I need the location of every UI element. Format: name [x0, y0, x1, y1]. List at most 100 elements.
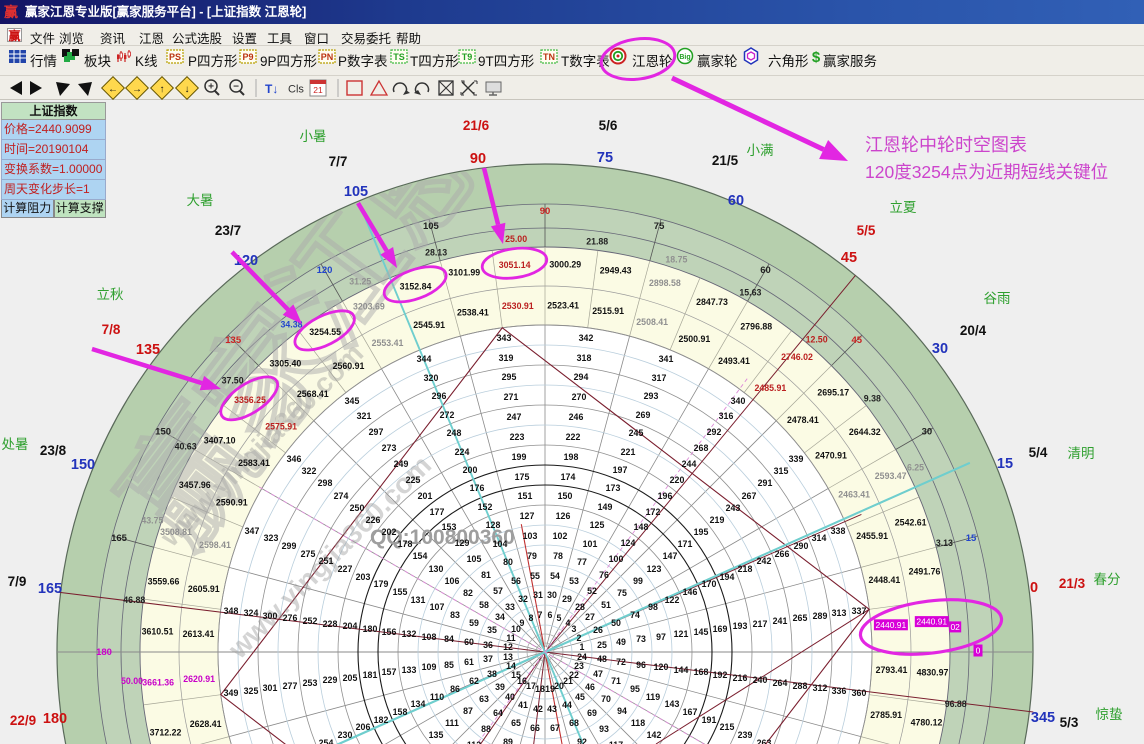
- svg-text:100: 100: [609, 554, 624, 564]
- svg-text:110: 110: [430, 692, 444, 702]
- svg-text:3: 3: [572, 624, 577, 634]
- svg-text:2493.41: 2493.41: [718, 356, 750, 366]
- svg-text:103: 103: [523, 531, 538, 541]
- svg-text:惊蛰: 惊蛰: [1096, 707, 1124, 722]
- svg-text:立夏: 立夏: [890, 200, 918, 215]
- svg-text:96: 96: [636, 660, 646, 670]
- svg-text:2500.91: 2500.91: [678, 334, 710, 344]
- svg-text:195: 195: [694, 527, 709, 537]
- svg-text:145: 145: [694, 627, 709, 637]
- svg-text:180: 180: [43, 711, 67, 727]
- svg-text:99: 99: [633, 576, 643, 586]
- svg-text:298: 298: [318, 478, 333, 488]
- svg-text:345: 345: [345, 396, 360, 406]
- svg-text:339: 339: [789, 454, 804, 464]
- svg-text:7: 7: [538, 610, 543, 620]
- svg-text:6.25: 6.25: [907, 462, 924, 472]
- svg-text:江恩轮中轮时空图表: 江恩轮中轮时空图表: [865, 135, 1027, 155]
- svg-text:4: 4: [566, 618, 571, 628]
- svg-text:119: 119: [646, 692, 660, 702]
- svg-text:219: 219: [710, 515, 725, 525]
- svg-text:3356.25: 3356.25: [234, 395, 266, 405]
- svg-text:225: 225: [406, 475, 421, 485]
- svg-text:198: 198: [564, 452, 579, 462]
- svg-text:3508.81: 3508.81: [160, 527, 192, 537]
- svg-text:96.88: 96.88: [945, 699, 967, 709]
- svg-text:50: 50: [611, 618, 621, 628]
- svg-text:165: 165: [38, 581, 62, 597]
- svg-text:3000.29: 3000.29: [549, 260, 581, 270]
- svg-text:3559.66: 3559.66: [148, 576, 180, 586]
- svg-text:46: 46: [585, 682, 595, 692]
- svg-text:230: 230: [338, 730, 353, 740]
- svg-text:64: 64: [493, 708, 503, 718]
- svg-text:203: 203: [356, 572, 371, 582]
- svg-text:120: 120: [317, 265, 333, 276]
- svg-text:323: 323: [264, 533, 279, 543]
- svg-text:2491.76: 2491.76: [909, 566, 941, 576]
- svg-text:170: 170: [702, 579, 717, 589]
- svg-text:93: 93: [599, 724, 609, 734]
- svg-text:3610.51: 3610.51: [142, 627, 174, 637]
- svg-text:2644.32: 2644.32: [849, 427, 881, 437]
- svg-text:22/9: 22/9: [10, 713, 36, 728]
- svg-text:226: 226: [366, 515, 381, 525]
- svg-text:273: 273: [382, 443, 397, 453]
- svg-text:349: 349: [224, 688, 239, 698]
- svg-text:108: 108: [422, 632, 437, 642]
- svg-text:250: 250: [350, 503, 365, 513]
- svg-text:52: 52: [587, 586, 597, 596]
- svg-text:105: 105: [423, 221, 440, 232]
- svg-text:228: 228: [323, 619, 338, 629]
- svg-text:15: 15: [966, 533, 977, 544]
- svg-text:48: 48: [597, 654, 607, 664]
- svg-text:295: 295: [502, 372, 517, 382]
- svg-text:151: 151: [518, 491, 533, 501]
- svg-text:3101.99: 3101.99: [448, 268, 480, 278]
- svg-text:24: 24: [577, 652, 587, 662]
- svg-text:242: 242: [757, 556, 772, 566]
- svg-text:21.88: 21.88: [586, 236, 608, 246]
- svg-text:32: 32: [518, 594, 528, 604]
- svg-text:221: 221: [621, 447, 636, 457]
- svg-text:241: 241: [773, 616, 788, 626]
- svg-text:9.38: 9.38: [864, 394, 881, 404]
- svg-text:196: 196: [658, 491, 673, 501]
- svg-text:117: 117: [609, 740, 623, 744]
- svg-text:104: 104: [493, 539, 508, 549]
- svg-text:297: 297: [369, 427, 384, 437]
- svg-text:春分: 春分: [1094, 572, 1121, 587]
- svg-text:2590.91: 2590.91: [216, 498, 248, 508]
- svg-text:122: 122: [665, 595, 680, 605]
- svg-text:223: 223: [510, 432, 525, 442]
- svg-text:2613.41: 2613.41: [183, 629, 215, 639]
- svg-text:126: 126: [556, 511, 571, 521]
- svg-text:155: 155: [393, 587, 408, 597]
- svg-text:265: 265: [793, 613, 808, 623]
- svg-text:2440.91: 2440.91: [876, 620, 907, 630]
- svg-text:46.88: 46.88: [123, 595, 145, 605]
- svg-text:30: 30: [547, 590, 557, 600]
- svg-text:31.25: 31.25: [349, 277, 371, 287]
- svg-text:249: 249: [394, 459, 409, 469]
- svg-text:57: 57: [493, 586, 503, 596]
- svg-text:360: 360: [852, 688, 867, 698]
- svg-text:50.00: 50.00: [121, 676, 143, 686]
- svg-text:28: 28: [575, 602, 585, 612]
- svg-text:25: 25: [597, 640, 607, 650]
- svg-text:2593.47: 2593.47: [875, 471, 907, 481]
- svg-text:244: 244: [682, 459, 697, 469]
- svg-text:245: 245: [629, 428, 644, 438]
- svg-text:180: 180: [363, 624, 378, 634]
- svg-text:21/5: 21/5: [712, 153, 739, 168]
- svg-text:88: 88: [481, 724, 491, 734]
- svg-text:18.75: 18.75: [665, 254, 687, 264]
- svg-text:95: 95: [630, 684, 640, 694]
- svg-text:5/6: 5/6: [599, 118, 618, 133]
- svg-text:158: 158: [393, 707, 408, 717]
- svg-text:2695.17: 2695.17: [817, 387, 849, 397]
- svg-text:2530.91: 2530.91: [502, 301, 534, 311]
- svg-text:49: 49: [616, 637, 626, 647]
- svg-text:296: 296: [432, 391, 447, 401]
- svg-text:2898.58: 2898.58: [649, 278, 681, 288]
